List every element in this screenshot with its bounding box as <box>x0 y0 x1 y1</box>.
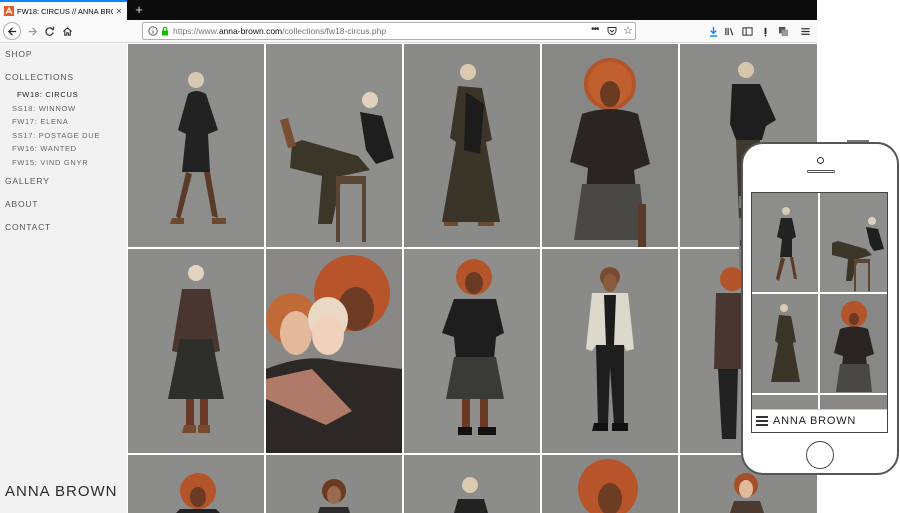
site-sidebar: SHOP COLLECTIONS FW18: CIRCUS SS18: WINN… <box>0 44 127 513</box>
phone-lookbook-photo[interactable] <box>752 193 818 292</box>
forward-arrow-icon <box>28 26 37 36</box>
collection-ss17-postage-due[interactable]: SS17: POSTAGE DUE <box>12 131 100 140</box>
phone-lookbook-photo[interactable] <box>820 193 887 292</box>
tab-strip: FW18: CIRCUS // ANNA BROWN × + <box>0 0 817 20</box>
collection-fw16-wanted[interactable]: FW16: WANTED <box>12 144 77 153</box>
lookbook-photo[interactable] <box>266 455 402 513</box>
menu-gallery[interactable]: GALLERY <box>5 176 50 186</box>
phone-lookbook-photo[interactable] <box>752 395 818 409</box>
lookbook-photo[interactable] <box>128 44 264 247</box>
url-host: anna-brown.com <box>218 26 283 36</box>
lookbook-photo[interactable] <box>266 249 402 453</box>
lookbook-photo[interactable] <box>266 44 402 247</box>
phone-photo-grid <box>752 193 887 409</box>
phone-home-button <box>806 441 834 469</box>
collection-fw18-circus[interactable]: FW18: CIRCUS <box>17 90 78 99</box>
lookbook-photo[interactable] <box>128 249 264 453</box>
page-actions-icon[interactable]: ••• <box>591 24 599 35</box>
url-prefix: https://www. <box>173 26 219 36</box>
phone-brand-text[interactable]: ANNA BROWN <box>773 415 856 427</box>
website-viewport: SHOP COLLECTIONS FW18: CIRCUS SS18: WINN… <box>0 44 817 513</box>
forward-button[interactable] <box>23 22 41 40</box>
collection-fw15-vind-gnyr[interactable]: FW15: VIND GNYR <box>12 158 88 167</box>
bookmark-star-icon[interactable]: ☆ <box>623 24 633 37</box>
url-text[interactable]: https://www.anna-brown.com/collections/f… <box>173 26 386 36</box>
phone-lookbook-photo[interactable] <box>820 395 887 409</box>
lock-icon[interactable] <box>160 26 170 36</box>
lookbook-photo[interactable] <box>404 249 540 453</box>
phone-mute-switch <box>739 196 741 208</box>
home-icon <box>62 26 72 36</box>
new-tab-button[interactable]: + <box>131 1 147 19</box>
menu-about[interactable]: ABOUT <box>5 199 38 209</box>
translate-extension-icon[interactable] <box>776 24 790 38</box>
extension-icon[interactable] <box>758 24 772 38</box>
lookbook-photo[interactable] <box>128 455 264 513</box>
lookbook-photo[interactable] <box>542 44 678 247</box>
phone-power-button <box>847 140 869 142</box>
menu-contact[interactable]: CONTACT <box>5 222 51 232</box>
phone-site-header: ANNA BROWN <box>752 409 887 432</box>
url-path: /collections/fw18-circus.php <box>282 26 387 36</box>
sidebar-toggle-icon[interactable] <box>740 24 754 38</box>
navigation-toolbar: https://www.anna-brown.com/collections/f… <box>0 20 817 43</box>
phone-lookbook-photo[interactable] <box>820 294 887 393</box>
tab-active[interactable]: FW18: CIRCUS // ANNA BROWN × <box>0 0 127 20</box>
browser-window: FW18: CIRCUS // ANNA BROWN × + <box>0 0 817 513</box>
collection-ss18-winnow[interactable]: SS18: WINNOW <box>12 104 76 113</box>
phone-menu-icon[interactable] <box>756 416 768 426</box>
phone-volume-up <box>739 218 741 240</box>
back-arrow-icon <box>7 26 16 36</box>
tab-close-icon[interactable]: × <box>115 6 123 16</box>
address-bar[interactable]: https://www.anna-brown.com/collections/f… <box>142 22 636 40</box>
phone-lookbook-photo[interactable] <box>752 294 818 393</box>
lookbook-photo[interactable] <box>542 455 678 513</box>
collection-photo-grid <box>128 44 817 513</box>
collection-fw17-elena[interactable]: FW17: ELENA <box>12 117 68 126</box>
info-icon[interactable] <box>148 26 158 36</box>
pocket-icon[interactable] <box>607 26 617 36</box>
menu-shop[interactable]: SHOP <box>5 49 32 59</box>
phone-volume-down <box>739 246 741 268</box>
home-button[interactable] <box>58 22 76 40</box>
brand-logo-text[interactable]: ANNA BROWN <box>5 483 118 500</box>
hamburger-menu-icon[interactable] <box>798 24 812 38</box>
library-icon[interactable] <box>722 24 736 38</box>
tab-title: FW18: CIRCUS // ANNA BROWN <box>17 6 113 16</box>
lookbook-photo[interactable] <box>404 44 540 247</box>
reload-button[interactable] <box>40 22 58 40</box>
back-button[interactable] <box>3 22 21 40</box>
reload-icon <box>44 26 54 36</box>
phone-mockup: ANNA BROWN <box>739 140 899 475</box>
phone-camera-icon <box>817 157 824 164</box>
lookbook-photo[interactable] <box>542 249 678 453</box>
lookbook-photo[interactable] <box>404 455 540 513</box>
downloads-icon[interactable] <box>706 24 720 38</box>
phone-speaker <box>807 170 835 173</box>
phone-screen: ANNA BROWN <box>751 192 888 433</box>
site-favicon-icon <box>4 6 14 16</box>
menu-collections[interactable]: COLLECTIONS <box>5 72 74 82</box>
